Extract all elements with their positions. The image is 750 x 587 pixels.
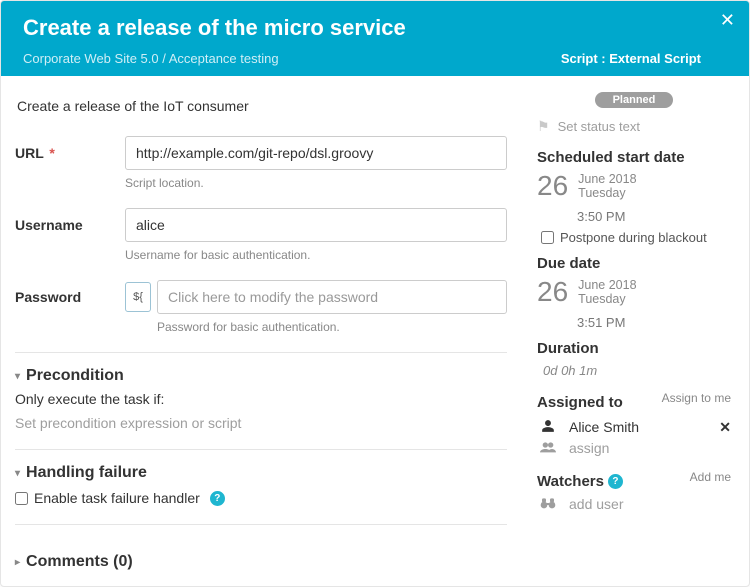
- add-watcher-row[interactable]: add user: [539, 496, 731, 512]
- chevron-down-icon: ▾: [15, 371, 20, 382]
- enable-failure-handler-label: Enable task failure handler: [34, 490, 200, 506]
- task-subtitle: Create a release of the IoT consumer: [17, 98, 507, 114]
- password-token-button[interactable]: ${: [125, 282, 151, 312]
- assigned-person-row: Alice Smith ✕: [539, 419, 731, 436]
- username-hint: Username for basic authentication.: [125, 248, 507, 262]
- close-icon[interactable]: ✕: [720, 11, 735, 29]
- comments-toggle[interactable]: ▸ Comments (0): [15, 553, 507, 571]
- password-field-row: Password ${ Password for basic authentic…: [15, 280, 507, 334]
- scheduled-time[interactable]: 3:50 PM: [577, 209, 731, 224]
- scheduled-heading: Scheduled start date: [537, 149, 731, 166]
- enable-failure-handler-checkbox[interactable]: [15, 492, 28, 505]
- duration-value: 0d 0h 1m: [543, 363, 731, 378]
- url-input[interactable]: [125, 136, 507, 170]
- status-badge: Planned: [595, 92, 674, 108]
- due-date[interactable]: 26 June 2018 Tuesday: [537, 278, 731, 307]
- scheduled-weekday: Tuesday: [578, 186, 636, 200]
- dialog-header: Create a release of the micro service Co…: [1, 1, 749, 76]
- group-icon: [539, 440, 557, 457]
- assign-to-me-link[interactable]: Assign to me: [662, 391, 731, 405]
- duration-heading: Duration: [537, 340, 731, 357]
- flag-icon: ⚑: [537, 118, 550, 135]
- precondition-note: Only execute the task if:: [15, 391, 507, 407]
- chevron-right-icon: ▸: [15, 557, 20, 568]
- due-day: 26: [537, 278, 568, 306]
- assign-placeholder-row[interactable]: assign: [539, 440, 731, 457]
- info-icon[interactable]: ?: [608, 474, 623, 489]
- binoculars-icon: [539, 496, 557, 512]
- postpone-blackout-checkbox[interactable]: [541, 231, 554, 244]
- scheduled-month-year: June 2018: [578, 172, 636, 186]
- url-label: URL *: [15, 136, 125, 161]
- watchers-heading: Watchers ?: [537, 473, 623, 490]
- scheduled-date[interactable]: 26 June 2018 Tuesday: [537, 172, 731, 201]
- person-icon: [539, 419, 557, 436]
- handling-failure-toggle[interactable]: ▾ Handling failure: [15, 464, 507, 482]
- url-hint: Script location.: [125, 176, 507, 190]
- main-panel: Create a release of the IoT consumer URL…: [1, 76, 527, 586]
- assigned-heading: Assigned to: [537, 394, 623, 411]
- due-heading: Due date: [537, 255, 731, 272]
- info-icon[interactable]: ?: [210, 491, 225, 506]
- due-month-year: June 2018: [578, 278, 636, 292]
- remove-assignee-icon[interactable]: ✕: [719, 419, 731, 436]
- username-label: Username: [15, 208, 125, 233]
- password-input[interactable]: [157, 280, 507, 314]
- due-weekday: Tuesday: [578, 292, 636, 306]
- precondition-placeholder[interactable]: Set precondition expression or script: [15, 415, 507, 431]
- script-type-label: Script : External Script: [561, 51, 701, 66]
- dialog-title: Create a release of the micro service: [23, 15, 727, 41]
- password-label: Password: [15, 280, 125, 305]
- precondition-toggle[interactable]: ▾ Precondition: [15, 367, 507, 385]
- due-time[interactable]: 3:51 PM: [577, 315, 731, 330]
- chevron-down-icon: ▾: [15, 468, 20, 479]
- username-field-row: Username Username for basic authenticati…: [15, 208, 507, 262]
- required-mark: *: [49, 145, 54, 161]
- username-input[interactable]: [125, 208, 507, 242]
- release-task-dialog: Create a release of the micro service Co…: [0, 0, 750, 587]
- password-hint: Password for basic authentication.: [157, 320, 507, 334]
- handling-failure-section: ▾ Handling failure Enable task failure h…: [15, 449, 507, 506]
- precondition-section: ▾ Precondition Only execute the task if:…: [15, 352, 507, 431]
- scheduled-day: 26: [537, 172, 568, 200]
- add-me-watcher-link[interactable]: Add me: [690, 470, 731, 484]
- url-field-row: URL * Script location.: [15, 136, 507, 190]
- postpone-blackout-label: Postpone during blackout: [560, 230, 707, 245]
- comments-section: ▸ Comments (0): [15, 524, 507, 581]
- status-text-input[interactable]: Set status text: [558, 119, 640, 134]
- side-panel: Planned ⚑ Set status text Scheduled star…: [527, 76, 749, 586]
- assigned-person-name: Alice Smith: [569, 419, 639, 435]
